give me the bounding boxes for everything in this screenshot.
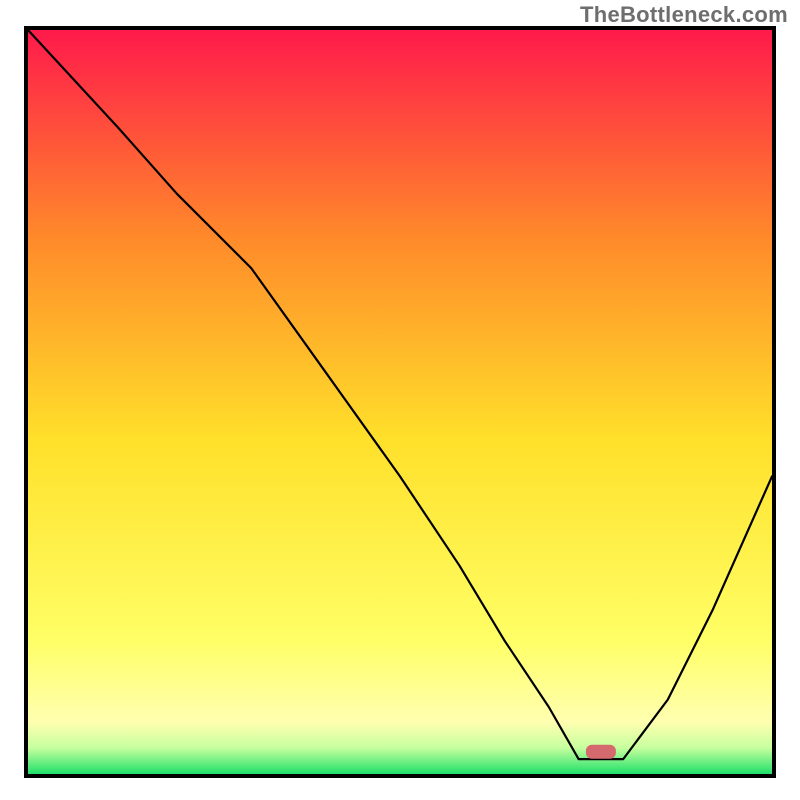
plot-area <box>24 26 776 778</box>
watermark-text: TheBottleneck.com <box>580 2 788 28</box>
chart-container: TheBottleneck.com <box>0 0 800 800</box>
optimal-marker <box>586 745 616 759</box>
gradient-background <box>28 30 772 774</box>
chart-svg <box>28 30 772 774</box>
